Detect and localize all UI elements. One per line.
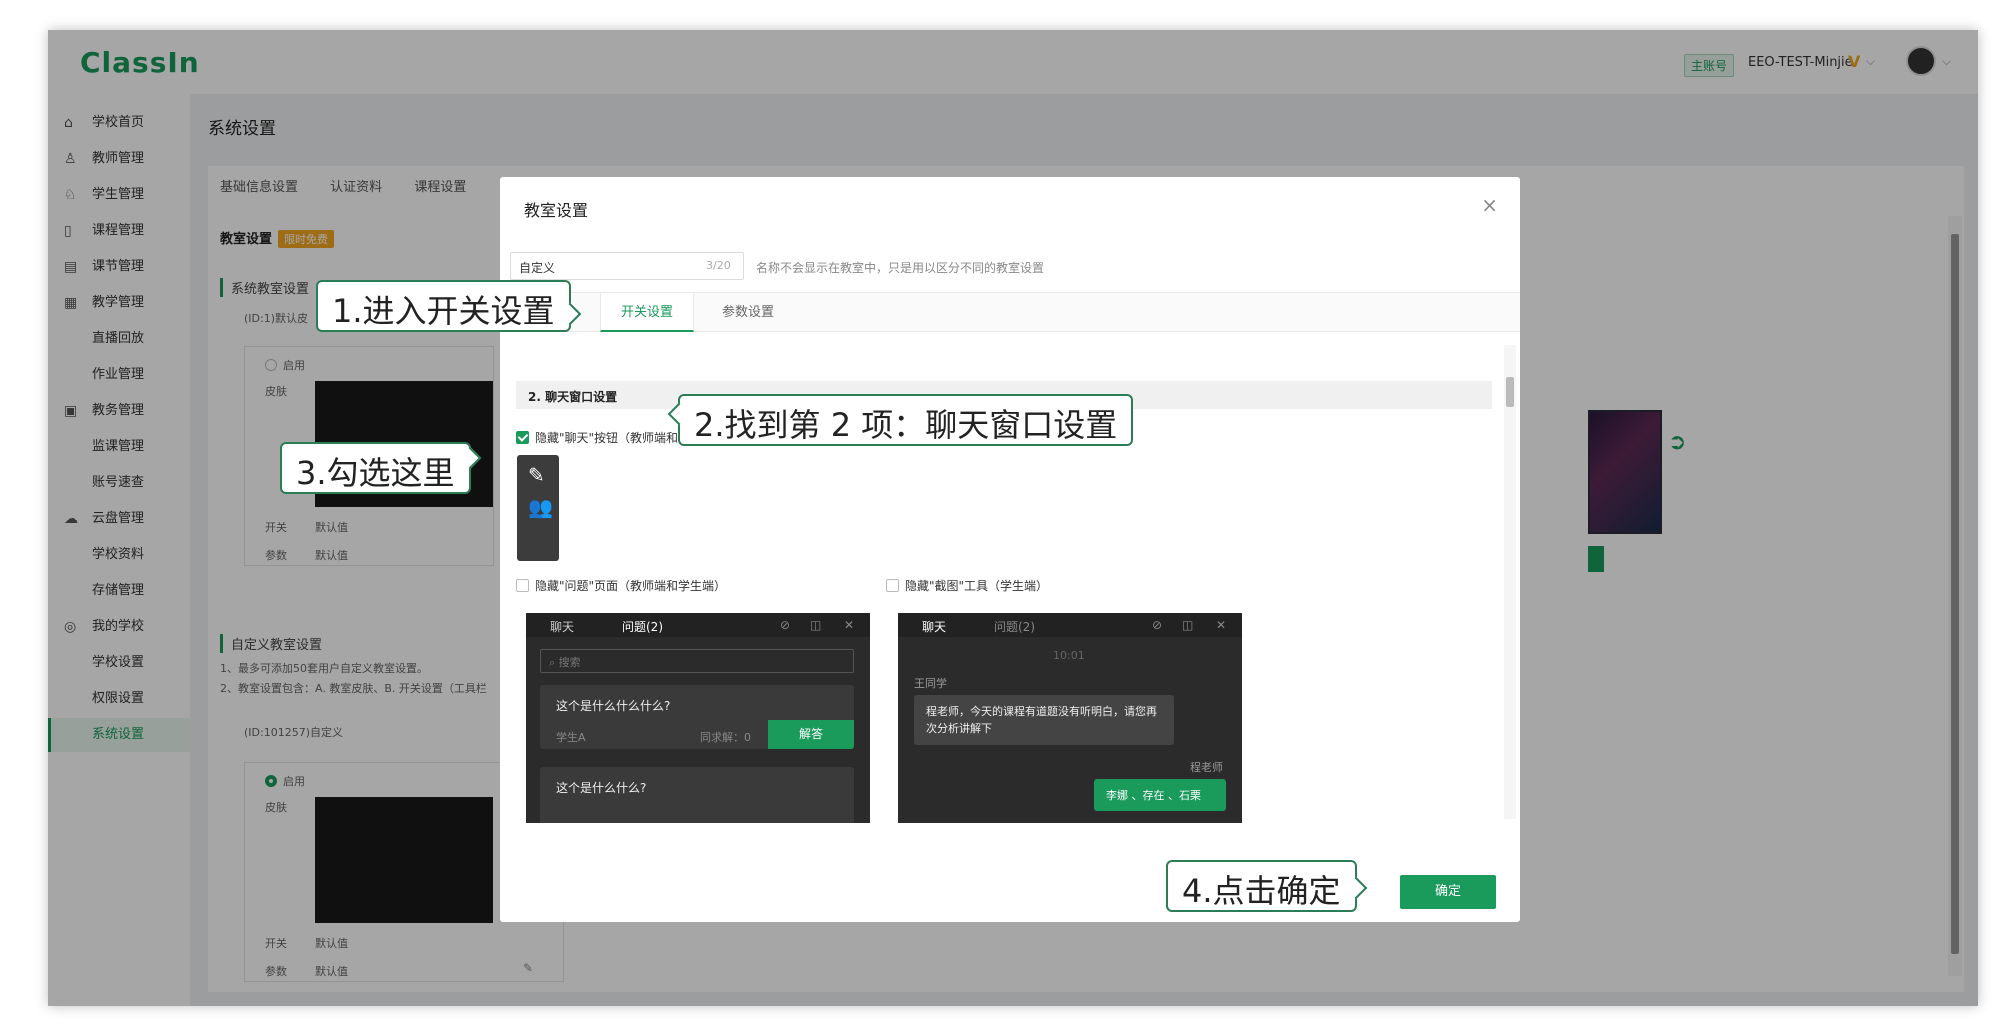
question-card: 这个是什么什么什么? 学生A 同求解：0 解答: [540, 685, 854, 749]
name-char-count: 3/20: [706, 259, 731, 272]
popout-icon: ◫: [1182, 618, 1194, 632]
question-count: 同求解：0: [700, 731, 751, 744]
chat-time: 10:01: [1053, 649, 1085, 662]
hide-screenshot-option[interactable]: 隐藏"截图"工具（学生端）: [886, 577, 1048, 594]
callout-text: 4.点击确定: [1182, 872, 1341, 910]
callout-step-2: 2.找到第 2 项：聊天窗口设置: [667, 394, 1134, 446]
dialog-tabs: 开关设置 参数设置: [500, 292, 1520, 332]
popout-icon: ◫: [810, 618, 822, 632]
dialog-scrollbar[interactable]: [1504, 345, 1516, 819]
panel-tab-chat: 聊天: [922, 620, 947, 634]
hide-question-option[interactable]: 隐藏"问题"页面（教师端和学生端）: [516, 577, 726, 594]
callout-step-3: 3.勾选这里: [280, 442, 481, 494]
panel-tab-question: 问题(2): [622, 620, 663, 634]
chat-toolbar-preview: ✎ 👥: [517, 455, 559, 561]
callout-step-4: 4.点击确定: [1166, 860, 1367, 912]
question-student: 学生A: [556, 731, 586, 744]
callout-step-1: 1.进入开关设置: [316, 280, 581, 332]
chat-panel-preview: 聊天 问题(2) ⊘ ◫ ✕ 10:01 王同学 程老师，今天的课程有道题没有听…: [898, 613, 1242, 823]
hide-chat-checkbox[interactable]: [516, 431, 529, 444]
hide-question-checkbox[interactable]: [516, 579, 529, 592]
classroom-settings-dialog: 教室设置 × 自定义 3/20 名称不会显示在教室中，只是用以区分不同的教室设置…: [500, 177, 1520, 922]
question-text: 这个是什么什么什么?: [556, 699, 671, 713]
chat-teacher: 程老师: [1190, 761, 1223, 774]
panel-header: 聊天 问题(2) ⊘ ◫ ✕: [526, 613, 870, 637]
no-eye-icon: ⊘: [1152, 618, 1163, 632]
close-icon[interactable]: ×: [1481, 193, 1498, 217]
tab-param-settings[interactable]: 参数设置: [702, 293, 794, 332]
callout-text: 3.勾选这里: [296, 454, 455, 492]
panel-header: 聊天 问题(2) ⊘ ◫ ✕: [898, 613, 1242, 637]
hide-question-label: 隐藏"问题"页面（教师端和学生端）: [535, 579, 727, 593]
scroll-thumb[interactable]: [1506, 377, 1514, 407]
close-icon: ✕: [1216, 618, 1227, 632]
chat-sender: 王同学: [914, 677, 947, 690]
question-text: 这个是什么什么?: [556, 781, 647, 795]
question-card: 这个是什么什么?: [540, 767, 854, 823]
hide-screenshot-label: 隐藏"截图"工具（学生端）: [905, 579, 1049, 593]
name-hint: 名称不会显示在教室中，只是用以区分不同的教室设置: [756, 261, 1045, 275]
close-icon: ✕: [844, 618, 855, 632]
callout-text: 2.找到第 2 项：聊天窗口设置: [694, 406, 1118, 444]
answer-button: 解答: [768, 720, 854, 749]
confirm-button[interactable]: 确定: [1400, 875, 1496, 909]
panel-search: ⌕ 搜索: [540, 649, 854, 673]
no-eye-icon: ⊘: [780, 618, 791, 632]
hide-screenshot-checkbox[interactable]: [886, 579, 899, 592]
tab-switch-settings[interactable]: 开关设置: [600, 293, 695, 332]
users-icon: 👥: [528, 495, 553, 519]
app-window: ClassIn 主账号 EEO-TEST-Minjie V ⌵ ⌵ ⌂ 学校首页 ♙…: [48, 30, 1978, 1006]
callout-text: 1.进入开关设置: [332, 292, 555, 330]
edit-icon: ✎: [528, 463, 545, 487]
question-panel-preview: 聊天 问题(2) ⊘ ◫ ✕ ⌕ 搜索 这个是什么什么什么? 学生A 同求解：0…: [526, 613, 870, 823]
chat-reply: 李娜 、存在 、石栗: [1094, 779, 1226, 811]
chat-message: 程老师，今天的课程有道题没有听明白，请您再次分析讲解下: [914, 695, 1174, 745]
panel-tab-chat: 聊天: [550, 620, 575, 634]
dialog-title: 教室设置: [524, 201, 589, 220]
panel-tab-question: 问题(2): [994, 620, 1035, 634]
